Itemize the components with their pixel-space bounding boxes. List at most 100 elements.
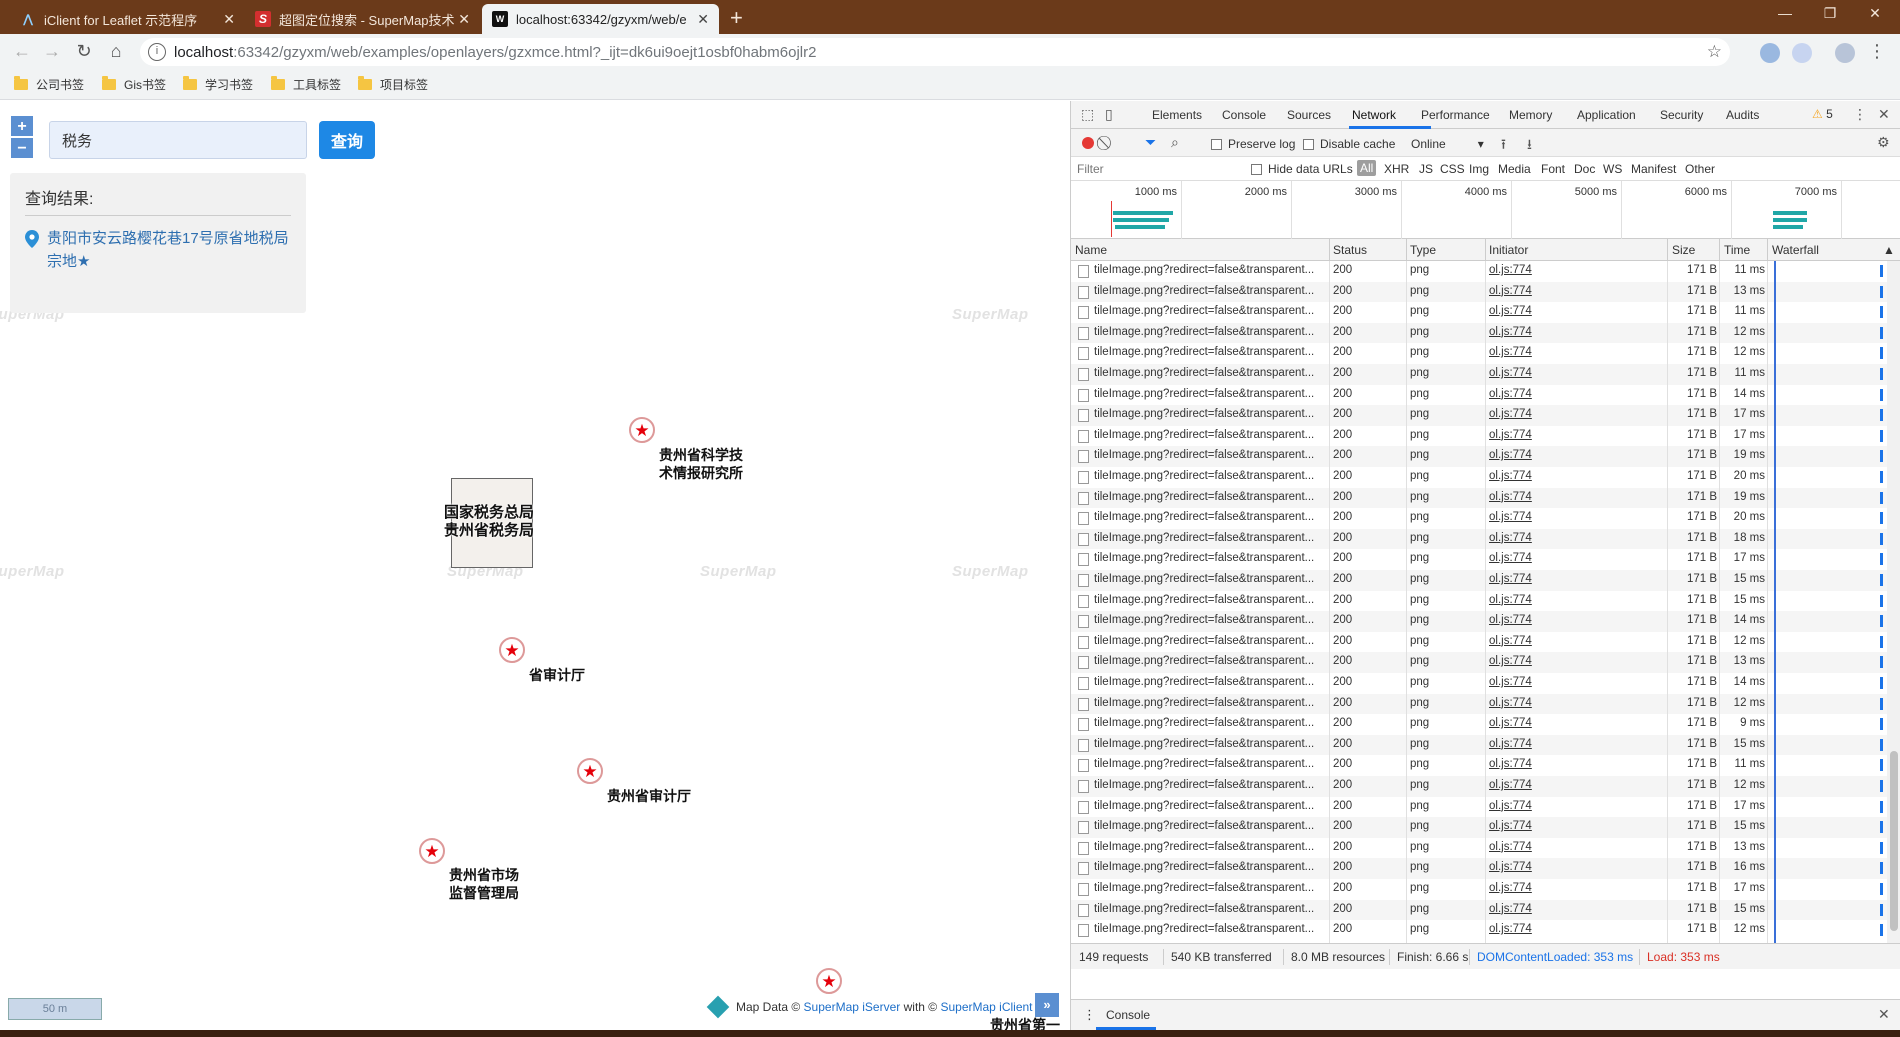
search-button[interactable]: 查询 (319, 121, 375, 159)
request-initiator-link[interactable]: ol.js:774 (1489, 779, 1532, 791)
bookmark-folder[interactable]: Gis书签 (102, 76, 166, 93)
inspect-cursor-icon[interactable]: ⬚ (1081, 106, 1094, 123)
poi-star-icon[interactable]: ★ (816, 968, 842, 994)
filter-icon[interactable]: ⏷ (1145, 134, 1156, 151)
bookmark-folder[interactable]: 项目标签 (358, 76, 428, 93)
filter-type-css[interactable]: CSS (1440, 162, 1465, 176)
filter-type-img[interactable]: Img (1469, 162, 1489, 176)
search-input[interactable] (49, 121, 307, 159)
close-icon[interactable]: ✕ (223, 11, 235, 28)
bookmark-folder[interactable]: 公司书签 (14, 76, 84, 93)
request-initiator-link[interactable]: ol.js:774 (1489, 470, 1532, 482)
request-initiator-link[interactable]: ol.js:774 (1489, 594, 1532, 606)
column-header-waterfall[interactable]: Waterfall (1772, 243, 1819, 257)
request-initiator-link[interactable]: ol.js:774 (1489, 717, 1532, 729)
iclient-link[interactable]: SuperMap iClient (940, 1000, 1032, 1014)
request-initiator-link[interactable]: ol.js:774 (1489, 820, 1532, 832)
scroll-thumb[interactable] (1890, 751, 1898, 931)
request-initiator-link[interactable]: ol.js:774 (1489, 800, 1532, 812)
tab-sources[interactable]: Sources (1287, 108, 1331, 122)
close-icon[interactable]: ✕ (1878, 106, 1890, 123)
tab-memory[interactable]: Memory (1509, 108, 1552, 122)
request-initiator-link[interactable]: ol.js:774 (1489, 326, 1532, 338)
device-toolbar-icon[interactable]: ▯ (1105, 106, 1113, 123)
request-initiator-link[interactable]: ol.js:774 (1489, 367, 1532, 379)
request-initiator-link[interactable]: ol.js:774 (1489, 882, 1532, 894)
info-icon[interactable]: i (148, 43, 166, 61)
reload-icon[interactable]: ↻ (72, 41, 96, 62)
request-initiator-link[interactable]: ol.js:774 (1489, 573, 1532, 585)
warning-counter[interactable]: ⚠ 5 (1812, 107, 1833, 121)
request-initiator-link[interactable]: ol.js:774 (1489, 614, 1532, 626)
bookmark-folder[interactable]: 工具标签 (271, 76, 341, 93)
download-icon[interactable]: ⭳ (1527, 134, 1532, 158)
request-initiator-link[interactable]: ol.js:774 (1489, 861, 1532, 873)
request-initiator-link[interactable]: ol.js:774 (1489, 697, 1532, 709)
extension-icon[interactable] (1792, 43, 1812, 63)
network-overview-timeline[interactable]: 1000 ms 2000 ms 3000 ms 4000 ms 5000 ms … (1071, 181, 1900, 239)
filter-type-other[interactable]: Other (1685, 162, 1715, 176)
request-initiator-link[interactable]: ol.js:774 (1489, 264, 1532, 276)
filter-type-xhr[interactable]: XHR (1384, 162, 1409, 176)
zoom-in-button[interactable]: + (10, 115, 34, 137)
window-close-button[interactable]: ✕ (1855, 5, 1895, 22)
tab-network[interactable]: Network (1352, 108, 1396, 122)
browser-tab-localhost[interactable]: W localhost:63342/gzyxm/web/e ✕ (482, 4, 719, 34)
close-icon[interactable]: ✕ (1878, 1006, 1890, 1023)
filter-type-all[interactable]: All (1357, 160, 1377, 176)
forward-arrow-icon[interactable]: → (40, 41, 64, 62)
request-initiator-link[interactable]: ol.js:774 (1489, 635, 1532, 647)
request-initiator-link[interactable]: ol.js:774 (1489, 408, 1532, 420)
column-header-status[interactable]: Status (1333, 243, 1367, 257)
close-icon[interactable]: ✕ (697, 11, 709, 28)
star-icon[interactable]: ☆ (1707, 42, 1722, 62)
tab-application[interactable]: Application (1577, 108, 1636, 122)
address-bar[interactable]: i localhost :63342/gzyxm/web/examples/op… (140, 38, 1730, 66)
record-icon[interactable] (1082, 137, 1094, 149)
filter-type-doc[interactable]: Doc (1574, 162, 1595, 176)
avatar[interactable] (1835, 43, 1855, 63)
attribution-toggle-button[interactable]: » (1035, 993, 1059, 1017)
home-icon[interactable]: ⌂ (104, 41, 128, 62)
request-initiator-link[interactable]: ol.js:774 (1489, 532, 1532, 544)
search-icon[interactable]: ⌕ (1171, 134, 1179, 151)
sort-up-icon[interactable]: ▲ (1883, 243, 1895, 257)
request-initiator-link[interactable]: ol.js:774 (1489, 676, 1532, 688)
column-header-type[interactable]: Type (1410, 243, 1436, 257)
iserver-link[interactable]: SuperMap iServer (804, 1000, 901, 1014)
request-initiator-link[interactable]: ol.js:774 (1489, 511, 1532, 523)
menu-kebab-icon[interactable]: ⋮ (1853, 106, 1867, 123)
tab-performance[interactable]: Performance (1421, 108, 1490, 122)
request-initiator-link[interactable]: ol.js:774 (1489, 552, 1532, 564)
close-icon[interactable]: ✕ (458, 11, 470, 28)
drawer-tab-console[interactable]: Console (1106, 1008, 1150, 1022)
bookmark-folder[interactable]: 学习书签 (183, 76, 253, 93)
request-initiator-link[interactable]: ol.js:774 (1489, 388, 1532, 400)
tab-security[interactable]: Security (1660, 108, 1703, 122)
drawer-menu-icon[interactable]: ⋮ (1083, 1007, 1096, 1023)
scrollbar[interactable] (1887, 261, 1900, 943)
tab-elements[interactable]: Elements (1152, 108, 1202, 122)
restore-button[interactable]: ❐ (1810, 5, 1850, 22)
extension-icon[interactable] (1760, 43, 1780, 63)
poi-star-icon[interactable]: ★ (577, 758, 603, 784)
filter-type-font[interactable]: Font (1541, 162, 1565, 176)
column-header-size[interactable]: Size (1672, 243, 1695, 257)
browser-tab-supermap[interactable]: S 超图定位搜索 - SuperMap技术 ✕ (245, 4, 480, 34)
result-item[interactable]: 贵阳市安云路樱花巷17号原省地税局宗地★ (25, 227, 295, 273)
map-canvas[interactable]: SuperMap SuperMap SuperMap SuperMap Supe… (0, 101, 1070, 1030)
tab-console[interactable]: Console (1222, 108, 1266, 122)
column-header-initiator[interactable]: Initiator (1489, 243, 1528, 257)
throttle-select[interactable]: Online ▾ (1411, 137, 1484, 151)
column-header-name[interactable]: Name (1075, 243, 1107, 257)
request-initiator-link[interactable]: ol.js:774 (1489, 491, 1532, 503)
filter-input[interactable] (1077, 160, 1237, 178)
request-initiator-link[interactable]: ol.js:774 (1489, 305, 1532, 317)
browser-tab-iclient[interactable]: ⋀ iClient for Leaflet 示范程序 ✕ (10, 4, 245, 34)
minimize-button[interactable]: — (1765, 5, 1805, 21)
filter-type-js[interactable]: JS (1419, 162, 1433, 176)
request-initiator-link[interactable]: ol.js:774 (1489, 903, 1532, 915)
zoom-out-button[interactable]: − (10, 137, 34, 159)
menu-kebab-icon[interactable]: ⋮ (1865, 41, 1889, 62)
request-initiator-link[interactable]: ol.js:774 (1489, 285, 1532, 297)
